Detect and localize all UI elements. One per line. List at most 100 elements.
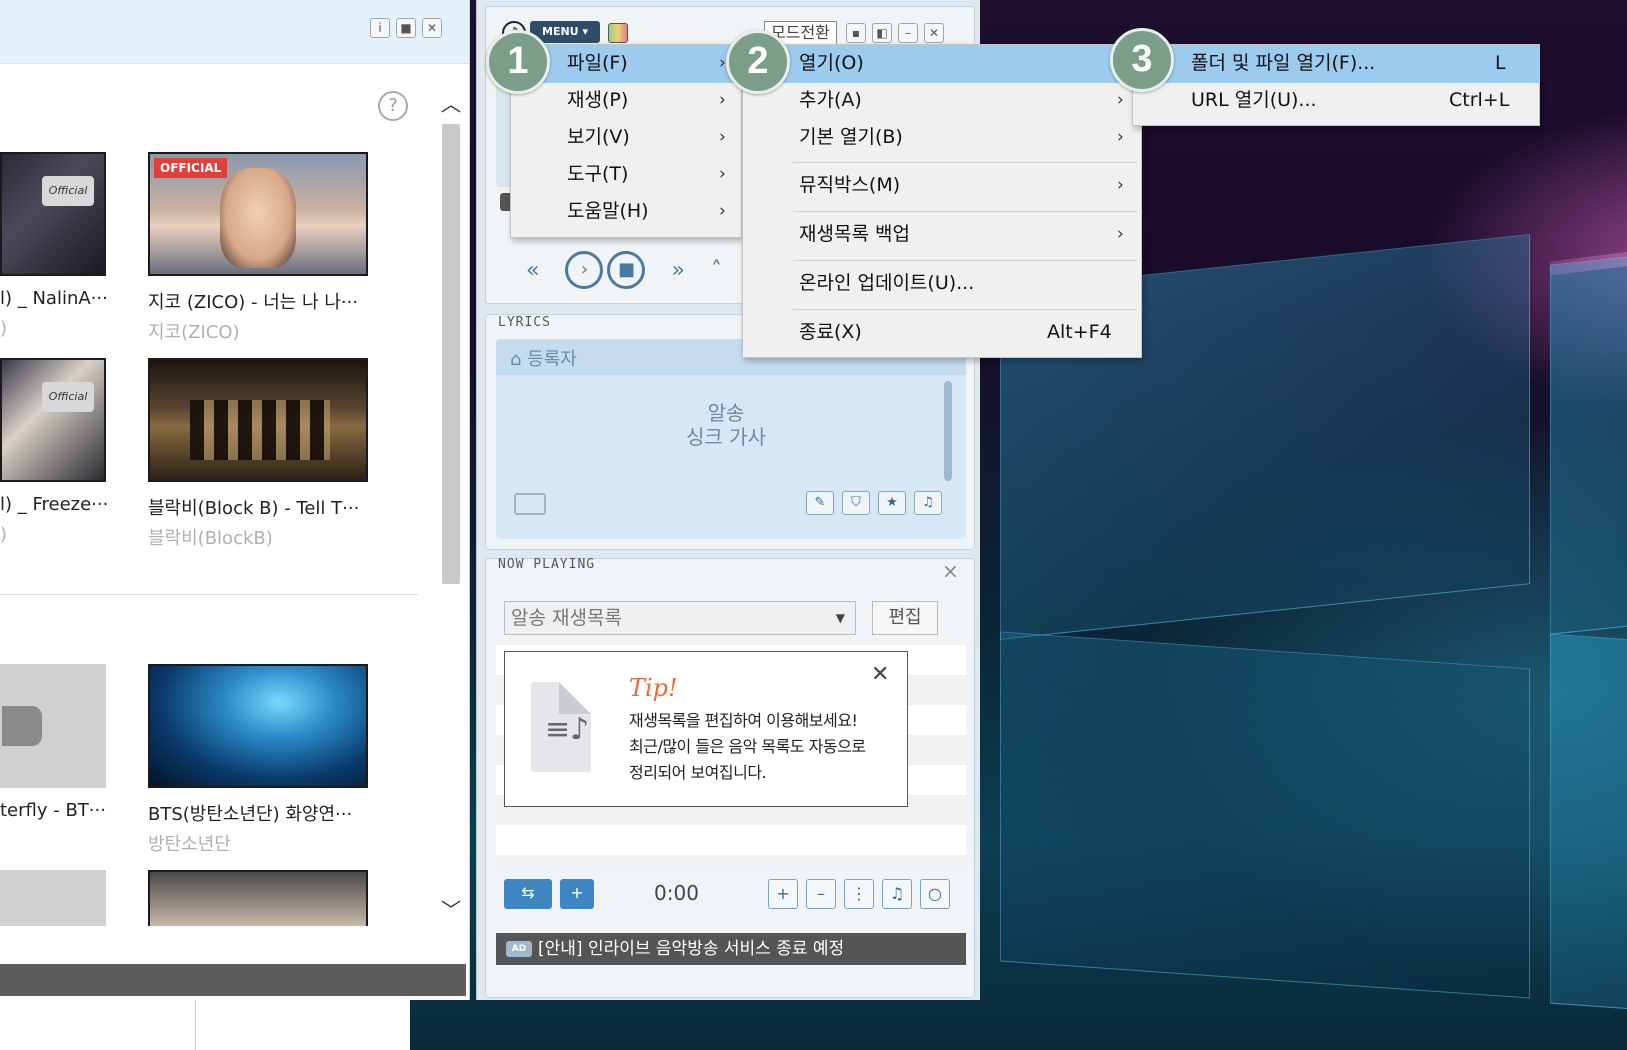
- menu-item-default-open[interactable]: 기본 열기(B) ›: [743, 119, 1141, 157]
- info-icon[interactable]: i: [370, 18, 390, 38]
- menu-item-open-url[interactable]: URL 열기(U)... Ctrl+L: [1133, 82, 1539, 120]
- video-artist[interactable]: ): [0, 524, 7, 545]
- video-thumbnail[interactable]: [0, 664, 106, 788]
- skin-icon[interactable]: [608, 23, 628, 43]
- minimize-icon[interactable]: –: [898, 23, 918, 43]
- chevron-right-icon: ›: [719, 164, 726, 184]
- save-lyrics-icon[interactable]: ⛉: [842, 491, 870, 515]
- mini-mode-icon[interactable]: ▪: [846, 23, 866, 43]
- menu-item-tools[interactable]: 도구(T) ›: [511, 156, 741, 194]
- step-badge-2: 2: [726, 30, 790, 94]
- video-thumbnail[interactable]: OFFICIAL: [148, 152, 368, 276]
- lower-window-divider: [195, 1000, 196, 1050]
- ad-banner[interactable]: AD [안내] 인라이브 음악방송 서비스 종료 예정: [496, 933, 966, 965]
- menu-item-label: 파일(F): [567, 52, 628, 74]
- close-icon[interactable]: ✕: [871, 662, 889, 687]
- video-thumbnail[interactable]: [148, 870, 368, 926]
- video-artist[interactable]: 지코(ZICO): [148, 318, 240, 344]
- tip-body: 재생목록을 편집하여 이용해보세요! 최근/많이 들은 음악 목록도 자동으로 …: [629, 708, 866, 786]
- lyrics-toolbar: ✎ ⛉ ★ ♫: [806, 491, 942, 515]
- next-icon[interactable]: »: [671, 258, 684, 283]
- playlist-select[interactable]: 알송 재생목록 ▼: [504, 601, 856, 635]
- close-icon[interactable]: ×: [942, 559, 959, 583]
- menu-item-label: 도움말(H): [567, 200, 649, 222]
- menu-item-musicbox[interactable]: 뮤직박스(M) ›: [743, 167, 1141, 205]
- video-artist[interactable]: 블락비(BlockB): [148, 524, 273, 550]
- collapse-icon[interactable]: ˄: [711, 258, 722, 283]
- menu-item-label: 기본 열기(B): [799, 126, 903, 148]
- menu-item-shortcut: Ctrl+L: [1449, 89, 1510, 111]
- video-title[interactable]: BTS(방탄소년단) 화양연···: [148, 800, 352, 826]
- menu-item-help[interactable]: 도움말(H) ›: [511, 193, 741, 231]
- close-icon[interactable]: ✕: [422, 18, 442, 38]
- alarm-icon[interactable]: ♫: [914, 491, 942, 515]
- add-folder-icon[interactable]: +: [560, 879, 594, 909]
- menu-item-open[interactable]: 열기(O) ›: [743, 45, 1141, 83]
- favorite-icon[interactable]: ★: [878, 491, 906, 515]
- home-icon: ⌂: [510, 349, 528, 370]
- menu-item-add[interactable]: 추가(A) ›: [743, 82, 1141, 120]
- scroll-up-icon[interactable]: ︿: [436, 88, 466, 118]
- video-artist[interactable]: ): [0, 318, 7, 339]
- keyboard-icon[interactable]: [514, 493, 546, 515]
- thumbnail-dancers: [190, 400, 330, 460]
- play-placeholder-icon: [2, 706, 42, 746]
- lyrics-line: 싱크 가사: [686, 425, 766, 449]
- playlist-select-value: 알송 재생목록: [511, 607, 622, 629]
- video-title[interactable]: l) _ Freeze···: [0, 494, 108, 515]
- maximize-icon[interactable]: ■: [396, 18, 416, 38]
- chevron-right-icon: ›: [719, 127, 726, 147]
- video-title[interactable]: l) _ NalinA···: [0, 288, 108, 309]
- scroll-down-icon[interactable]: ﹀: [436, 894, 466, 924]
- edit-lyrics-icon[interactable]: ✎: [806, 491, 834, 515]
- scroll-thumb[interactable]: [442, 124, 460, 584]
- layout-icon[interactable]: ◧: [872, 23, 892, 43]
- edit-playlist-button[interactable]: 편집: [872, 601, 938, 635]
- video-thumbnail[interactable]: [148, 358, 368, 482]
- video-title[interactable]: terfly - BT···: [0, 800, 106, 821]
- web-scrollbar[interactable]: ︿ ﹀: [436, 88, 466, 928]
- video-thumbnail[interactable]: Official: [0, 358, 106, 482]
- official-badge: Official: [42, 382, 94, 412]
- official-badge: Official: [42, 176, 94, 206]
- wallpaper-pane: [1000, 631, 1530, 999]
- menu-item-play[interactable]: 재생(P) ›: [511, 82, 741, 120]
- menu-item-view[interactable]: 보기(V) ›: [511, 119, 741, 157]
- close-icon[interactable]: ✕: [924, 23, 944, 43]
- video-thumbnail[interactable]: [148, 664, 368, 788]
- menu-item-playlist-backup[interactable]: 재생목록 백업 ›: [743, 216, 1141, 254]
- play-icon[interactable]: ›: [565, 251, 604, 289]
- video-title[interactable]: 블락비(Block B) - Tell T···: [148, 494, 359, 520]
- chevron-right-icon: ›: [1117, 90, 1124, 110]
- search-icon[interactable]: ○: [920, 879, 950, 909]
- sort-icon[interactable]: ♫: [882, 879, 912, 909]
- registrant-text: 등록자: [527, 349, 577, 370]
- menu-item-open-folder-file[interactable]: 폴더 및 파일 열기(F)... L: [1133, 45, 1539, 83]
- chevron-right-icon: ›: [1117, 175, 1124, 195]
- thumbnail-face: [220, 168, 296, 268]
- menu-separator: [793, 162, 1137, 163]
- menu-item-label: 뮤직박스(M): [799, 174, 901, 196]
- menu-item-online-update[interactable]: 온라인 업데이트(U)...: [743, 265, 1141, 303]
- stop-icon[interactable]: ■: [607, 251, 646, 289]
- chevron-right-icon: ›: [719, 90, 726, 110]
- tip-line: 재생목록을 편집하여 이용해보세요!: [629, 711, 858, 730]
- previous-icon[interactable]: «: [526, 258, 539, 283]
- grid-icon[interactable]: ⋮: [844, 879, 874, 909]
- video-thumbnail[interactable]: Official: [0, 152, 106, 276]
- add-icon[interactable]: +: [768, 879, 798, 909]
- help-icon[interactable]: ?: [378, 91, 408, 121]
- menu-separator: [793, 260, 1137, 261]
- tip-title: Tip!: [629, 674, 678, 702]
- menu-item-exit[interactable]: 종료(X) Alt+F4: [743, 314, 1141, 352]
- video-thumbnail[interactable]: [0, 870, 106, 926]
- lower-window-strip: [0, 1000, 410, 1050]
- video-title[interactable]: 지코 (ZICO) - 너는 나 나···: [148, 288, 358, 314]
- registrant-label[interactable]: ⌂ 등록자: [510, 345, 577, 371]
- remove-icon[interactable]: –: [806, 879, 836, 909]
- menu-item-label: 재생(P): [567, 89, 629, 111]
- video-artist[interactable]: 방탄소년단: [148, 830, 231, 856]
- usb-icon[interactable]: ⇆: [504, 879, 552, 909]
- lyrics-scrollbar[interactable]: [944, 381, 952, 481]
- menu-separator: [793, 211, 1137, 212]
